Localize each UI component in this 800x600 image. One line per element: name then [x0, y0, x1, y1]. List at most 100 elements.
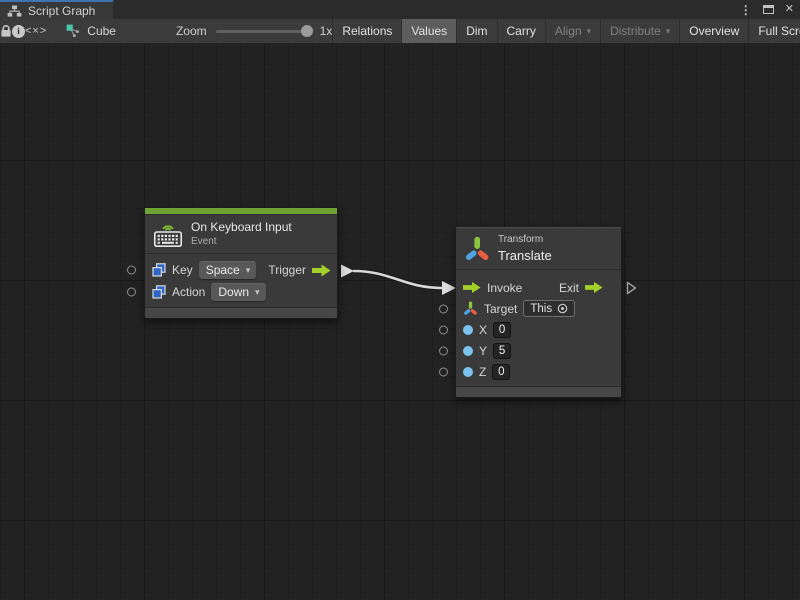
- toolbar-button-dim[interactable]: Dim: [456, 19, 496, 43]
- y-value-field[interactable]: 5: [493, 343, 511, 359]
- transform-icon: [464, 235, 490, 263]
- caret-down-icon: ▾: [587, 27, 592, 36]
- input-port-y[interactable]: [439, 346, 448, 355]
- lock-icon: [0, 24, 12, 38]
- button-label: Distribute: [610, 24, 661, 38]
- toolbar-button-relations[interactable]: Relations: [332, 19, 401, 43]
- button-label: Full Screen: [758, 24, 800, 38]
- graph-icon: [7, 5, 22, 17]
- dropdown-value: Down: [218, 285, 249, 299]
- graph-toolbar: i <×> Cube Zoom 1x Relations: [0, 19, 800, 44]
- port-label: Key: [172, 263, 193, 277]
- node-body: Key Space ▾ Trigger: [145, 253, 337, 307]
- float-port-icon: [463, 367, 473, 377]
- button-label: Carry: [507, 24, 536, 38]
- input-port-key[interactable]: [127, 266, 136, 275]
- button-label: Relations: [342, 24, 392, 38]
- port-row-y: Y 5: [456, 340, 621, 361]
- event-accent-bar: [145, 208, 337, 215]
- graph-canvas[interactable]: On Keyboard Input Event Key Space ▾: [0, 44, 800, 600]
- enum-type-icon: [152, 263, 166, 277]
- node-category: Transform: [498, 234, 552, 245]
- dropdown-value: Space: [206, 263, 240, 277]
- port-row-key: Key Space ▾ Trigger: [145, 259, 337, 281]
- code-icon: <×>: [25, 25, 47, 37]
- input-port-x[interactable]: [439, 325, 448, 334]
- zoom-slider[interactable]: [216, 30, 310, 33]
- exit-port-triangle[interactable]: [626, 281, 637, 295]
- connection-wire: [0, 44, 800, 600]
- maximize-icon[interactable]: [763, 5, 774, 14]
- key-dropdown[interactable]: Space ▾: [199, 261, 257, 279]
- control-arrow-icon[interactable]: [585, 281, 603, 294]
- toolbar-button-distribute[interactable]: Distribute ▾: [600, 19, 679, 43]
- object-picker-icon: [557, 303, 568, 314]
- target-value: This: [530, 303, 552, 315]
- window-menu-icon[interactable]: ⋮: [740, 4, 752, 16]
- node-transform-translate[interactable]: Transform Translate Invoke Exit: [455, 227, 622, 398]
- output-label: Trigger: [268, 263, 306, 277]
- tab-label: Script Graph: [28, 4, 95, 18]
- toolbar-button-align[interactable]: Align ▾: [545, 19, 600, 43]
- script-graph-window: Script Graph ⋮ ✕ i <×>: [0, 0, 800, 600]
- control-arrow-icon[interactable]: [312, 264, 331, 277]
- node-subtitle: Event: [191, 236, 292, 247]
- port-row-action: Action Down ▾: [145, 281, 337, 303]
- context-label: Cube: [87, 24, 116, 38]
- port-label: Target: [484, 302, 517, 316]
- node-on-keyboard-input[interactable]: On Keyboard Input Event Key Space ▾: [144, 207, 338, 319]
- info-button[interactable]: i: [12, 19, 25, 43]
- input-port-action[interactable]: [127, 288, 136, 297]
- node-footer: [456, 386, 621, 397]
- float-port-icon: [463, 346, 473, 356]
- toolbar-button-overview[interactable]: Overview: [679, 19, 748, 43]
- float-port-icon: [463, 325, 473, 335]
- info-icon: i: [12, 25, 25, 38]
- tab-bar: Script Graph ⋮ ✕: [0, 0, 800, 19]
- node-titles: Transform Translate: [498, 234, 552, 263]
- toolbar-button-values[interactable]: Values: [401, 19, 456, 43]
- invoke-label: Invoke: [487, 281, 522, 295]
- port-label: Z: [479, 365, 486, 379]
- zoom-label: Zoom: [176, 24, 207, 38]
- tab-script-graph[interactable]: Script Graph: [0, 0, 113, 19]
- node-title: On Keyboard Input: [191, 221, 292, 235]
- toolbar-button-fullscreen[interactable]: Full Screen: [748, 19, 800, 43]
- node-header: On Keyboard Input Event: [145, 215, 337, 253]
- port-label: Y: [479, 344, 487, 358]
- window-controls: ⋮ ✕: [740, 0, 794, 19]
- enum-type-icon: [152, 285, 166, 299]
- graph-pointer-icon: [66, 24, 80, 38]
- port-row-x: X 0: [456, 319, 621, 340]
- control-arrow-icon[interactable]: [463, 281, 481, 294]
- transform-type-icon: [463, 301, 478, 316]
- keyboard-event-icon: [153, 220, 183, 248]
- node-footer: [145, 307, 337, 318]
- wire-start-arrow: [341, 265, 354, 278]
- button-label: Overview: [689, 24, 739, 38]
- input-port-z[interactable]: [439, 367, 448, 376]
- caret-down-icon: ▾: [666, 27, 671, 36]
- button-label: Align: [555, 24, 582, 38]
- close-icon[interactable]: ✕: [785, 4, 794, 15]
- z-value-field[interactable]: 0: [492, 364, 510, 380]
- x-value-field[interactable]: 0: [493, 322, 511, 338]
- zoom-slider-handle[interactable]: [301, 25, 313, 37]
- port-label: X: [479, 323, 487, 337]
- code-view-button[interactable]: <×>: [25, 19, 47, 43]
- caret-down-icon: ▾: [255, 288, 260, 297]
- input-port-target[interactable]: [439, 304, 448, 313]
- exit-output: Exit: [559, 281, 603, 295]
- node-body: Invoke Exit: [456, 269, 621, 386]
- port-label: Action: [172, 285, 205, 299]
- wire-end-arrow: [442, 281, 456, 295]
- lock-button[interactable]: [0, 19, 12, 43]
- toolbar-button-carry[interactable]: Carry: [497, 19, 545, 43]
- graph-context[interactable]: Cube: [66, 19, 116, 43]
- action-dropdown[interactable]: Down ▾: [211, 283, 265, 301]
- node-header: Transform Translate: [456, 228, 621, 269]
- port-row-z: Z 0: [456, 361, 621, 382]
- target-object-button[interactable]: This: [523, 300, 575, 317]
- zoom-control: Zoom 1x: [176, 19, 332, 43]
- zoom-level: 1x: [320, 24, 333, 38]
